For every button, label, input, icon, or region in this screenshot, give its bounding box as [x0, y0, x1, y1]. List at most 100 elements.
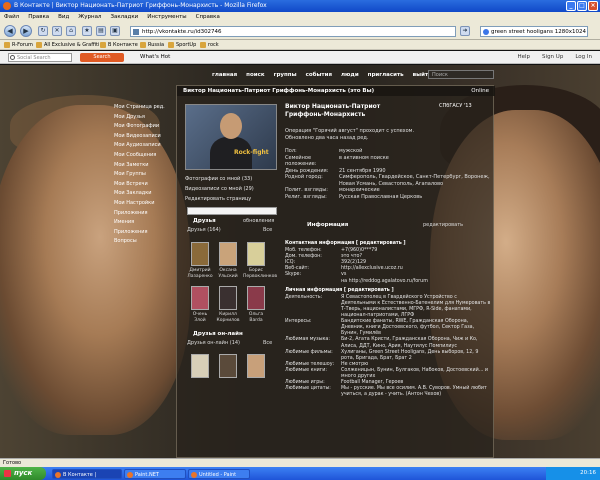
photos-with-me-link[interactable]: Фотографии со мной (33)	[185, 174, 254, 184]
nav-groups[interactable]: группы	[274, 72, 297, 78]
info-row: Семейное положение: в активном поиске	[285, 155, 491, 168]
status-input[interactable]	[187, 207, 277, 215]
friend-avatar[interactable]	[247, 242, 265, 266]
url-text: http://vkontakte.ru/id302746	[142, 29, 222, 35]
info-key: Любимая музыка:	[285, 337, 330, 343]
print-icon[interactable]: ▤	[96, 26, 106, 36]
site-search-input[interactable]: Поиск	[428, 70, 494, 79]
status-bar: Готово	[0, 458, 600, 467]
info-row: на http://reddog.agalatovo.ru/forum	[285, 279, 491, 285]
forum-link[interactable]: на http://reddog.agalatovo.ru/forum	[341, 279, 491, 285]
online-friend-avatar[interactable]	[219, 354, 237, 378]
taskbar-item[interactable]: Untitled - Paint	[188, 469, 250, 479]
star-icon[interactable]: ★	[82, 26, 92, 36]
friend-avatar[interactable]	[219, 286, 237, 310]
friend-name[interactable]: Борис Первоклинков	[243, 268, 277, 279]
menu-view[interactable]: Вид	[58, 12, 69, 22]
social-search-button[interactable]: Search	[80, 53, 124, 62]
info-key: Деятельность:	[285, 294, 323, 300]
home-icon[interactable]: ⌂	[66, 26, 76, 36]
edit-page-link[interactable]: Редактировать страницу	[185, 194, 254, 204]
info-row: Любимая музыка: Би-2, Агата Кристи, Гражд…	[285, 337, 491, 349]
menu-file[interactable]: Файл	[4, 12, 19, 22]
friend-avatar[interactable]	[191, 242, 209, 266]
info-row: Интересы: Бандитские фанаты, RWE, Граждан…	[285, 319, 491, 337]
bookmark-item[interactable]: All Exclusive & Graffiti ...	[36, 40, 106, 50]
online-friends-count[interactable]: Друзья он-лайн (14)	[187, 340, 240, 346]
info-value[interactable]: Русская Православная Церковь	[339, 194, 491, 201]
profile-photo[interactable]: Rock-fight	[185, 104, 277, 170]
go-icon[interactable]: ➜	[460, 26, 470, 36]
taskbar-item[interactable]: Paint.NET	[124, 469, 186, 479]
address-bar[interactable]: http://vkontakte.ru/id302746	[130, 26, 456, 37]
friend-name[interactable]: Дмитрий Лазаренко	[187, 268, 213, 279]
nav-people[interactable]: люди	[341, 72, 359, 78]
nav-invite[interactable]: пригласить	[368, 72, 404, 78]
friends-count[interactable]: Друзья (164)	[187, 227, 221, 233]
site-nav: главная поиск группы события люди пригла…	[212, 72, 432, 78]
friend-name[interactable]: Ольга Barda	[243, 312, 269, 323]
friend-avatar[interactable]	[191, 286, 209, 310]
social-search-input[interactable]: Social Search	[8, 53, 72, 62]
friends-updates-link[interactable]: обновления	[243, 218, 274, 224]
online-friend-avatar[interactable]	[191, 354, 209, 378]
stop-icon[interactable]: ✕	[52, 26, 62, 36]
friend-name[interactable]: Очень Злой	[187, 312, 213, 323]
favicon-icon	[133, 29, 139, 35]
start-button[interactable]: пуск	[0, 467, 46, 480]
info-value[interactable]: в активном поиске	[339, 155, 491, 168]
info-value[interactable]: Симферополь, Гвардейское, Санкт-Петербур…	[339, 174, 491, 187]
friend-name[interactable]: Оксана Ульский	[215, 268, 241, 279]
menu-tools[interactable]: Инструменты	[147, 12, 186, 22]
nav-home[interactable]: главная	[212, 72, 237, 78]
nav-events[interactable]: события	[306, 72, 332, 78]
university[interactable]: СПбГАСУ '13	[439, 103, 472, 109]
info-edit-link[interactable]: редактировать	[423, 222, 463, 228]
menu-history[interactable]: Журнал	[78, 12, 101, 22]
help-link[interactable]: Help	[518, 51, 531, 64]
friends-all-link[interactable]: Все	[263, 227, 272, 233]
bookmark-item[interactable]: Russia	[140, 40, 164, 50]
social-search-placeholder: Social Search	[17, 55, 51, 61]
reload-icon[interactable]: ↻	[38, 26, 48, 36]
edit-link[interactable]: ред.	[153, 104, 164, 110]
contact-info-title[interactable]: Контактная информация [ редактировать ]	[285, 241, 491, 247]
page-icon[interactable]: ▣	[110, 26, 120, 36]
videos-with-me-link[interactable]: Видеозаписи со мной (29)	[185, 184, 254, 194]
online-friend-avatar[interactable]	[247, 354, 265, 378]
taskbar: пуск В Контакте | Виктор... Paint.NET Un…	[0, 467, 600, 480]
online-friends-all-link[interactable]: Все	[263, 340, 272, 346]
sign-up-link[interactable]: Sign Up	[542, 51, 563, 64]
forward-button[interactable]: ▶	[20, 25, 32, 37]
nav-search[interactable]: поиск	[246, 72, 264, 78]
bookmark-item[interactable]: R-Forum	[4, 40, 33, 50]
minimize-button[interactable]: _	[566, 1, 576, 11]
personal-info-title[interactable]: Личная информация [ редактировать ]	[285, 288, 491, 294]
bookmark-item[interactable]: SportUp	[168, 40, 196, 50]
friend-avatar[interactable]	[247, 286, 265, 310]
whats-hot-link[interactable]: What's Hot	[140, 51, 170, 64]
friend-avatar[interactable]	[219, 242, 237, 266]
close-button[interactable]: ×	[588, 1, 598, 11]
menu-help[interactable]: Справка	[196, 12, 220, 22]
browser-search-box[interactable]: green street hooligans 1280x1024	[480, 26, 588, 37]
log-in-link[interactable]: Log In	[575, 51, 592, 64]
clock[interactable]: 20:16	[580, 470, 596, 476]
friends-title[interactable]: Друзья	[193, 218, 216, 224]
maximize-button[interactable]: □	[577, 1, 587, 11]
info-value: Мы - русские. Мы все осилим. А.В. Суворо…	[341, 386, 487, 398]
page-content: главная поиск группы события люди пригла…	[0, 65, 600, 458]
back-button[interactable]: ◀	[4, 25, 16, 37]
info-value: Би-2, Агата Кристи, Гражданская Оборона,…	[341, 337, 478, 349]
bookmark-item[interactable]: rock	[200, 40, 219, 50]
online-friends-title[interactable]: Друзья он-лайн	[193, 331, 243, 337]
browser-window: В Контакте | Виктор Национать-Патриот Гр…	[0, 0, 600, 480]
menu-bookmarks[interactable]: Закладки	[110, 12, 138, 22]
profile-header-text: Виктор Национать-Патриот Гриффонь-Монарх…	[183, 88, 375, 94]
friend-name[interactable]: Кирилл Корнилов	[215, 312, 241, 323]
menu-edit[interactable]: Правка	[28, 12, 49, 22]
bookmark-label: rock	[208, 42, 219, 48]
taskbar-item[interactable]: В Контакте | Виктор...	[52, 469, 122, 479]
bookmark-item[interactable]: В Контакте	[100, 40, 138, 50]
photo-figure	[220, 113, 242, 139]
